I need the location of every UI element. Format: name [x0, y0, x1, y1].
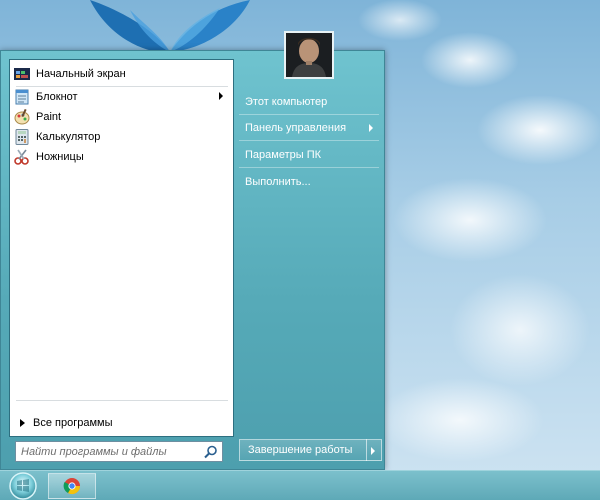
- notepad-icon: [14, 89, 30, 105]
- pinned-item-snipping-tool[interactable]: Ножницы: [14, 147, 229, 167]
- right-item-run[interactable]: Выполнить...: [237, 171, 379, 193]
- divider: [16, 400, 228, 401]
- pinned-programs-pane: Начальный экран Блокнот Paint Калькулято…: [9, 59, 234, 437]
- divider: [239, 114, 379, 115]
- start-orb-icon: [9, 472, 37, 500]
- paint-icon: [14, 109, 30, 125]
- pinned-item-calculator[interactable]: Калькулятор: [14, 127, 229, 147]
- all-programs-button[interactable]: Все программы: [18, 415, 112, 431]
- start-menu: Начальный экран Блокнот Paint Калькулято…: [0, 31, 385, 470]
- right-item-control-panel[interactable]: Панель управления: [237, 117, 379, 139]
- chrome-icon: [63, 478, 81, 495]
- user-avatar-image: [286, 33, 332, 77]
- taskbar-item-chrome[interactable]: [48, 473, 96, 499]
- pinned-item-label: Блокнот: [36, 91, 78, 103]
- pinned-item-paint[interactable]: Paint: [14, 107, 229, 127]
- shutdown-label: Завершение работы: [248, 444, 353, 456]
- all-programs-label: Все программы: [33, 417, 113, 429]
- right-item-pc-settings[interactable]: Параметры ПК: [237, 144, 379, 166]
- expand-arrow-icon: [20, 419, 25, 427]
- shutdown-options-button[interactable]: [366, 439, 382, 461]
- divider: [239, 167, 379, 168]
- divider: [239, 140, 379, 141]
- search-input[interactable]: [16, 442, 196, 461]
- start-button[interactable]: [6, 470, 40, 500]
- pinned-item-label: Paint: [36, 111, 62, 123]
- right-item-label: Параметры ПК: [245, 149, 322, 161]
- right-item-label: Панель управления: [245, 122, 347, 134]
- submenu-arrow-icon[interactable]: [369, 124, 373, 132]
- start-screen-icon: [14, 66, 30, 82]
- right-item-this-pc[interactable]: Этот компьютер: [237, 91, 379, 113]
- pinned-item-label: Калькулятор: [36, 131, 101, 143]
- right-item-label: Этот компьютер: [245, 96, 328, 108]
- pinned-item-label: Ножницы: [36, 151, 84, 163]
- user-avatar[interactable]: [284, 31, 334, 79]
- shutdown-button[interactable]: Завершение работы: [239, 439, 367, 461]
- search-icon[interactable]: [204, 445, 218, 459]
- pinned-item-notepad[interactable]: Блокнот: [14, 87, 229, 107]
- search-box[interactable]: [15, 441, 223, 462]
- right-item-label: Выполнить...: [245, 176, 311, 188]
- scissors-icon: [14, 149, 30, 165]
- calculator-icon: [14, 129, 30, 145]
- pinned-item-start-screen[interactable]: Начальный экран: [14, 64, 229, 84]
- pinned-item-label: Начальный экран: [36, 68, 126, 80]
- submenu-arrow-icon[interactable]: [219, 92, 223, 100]
